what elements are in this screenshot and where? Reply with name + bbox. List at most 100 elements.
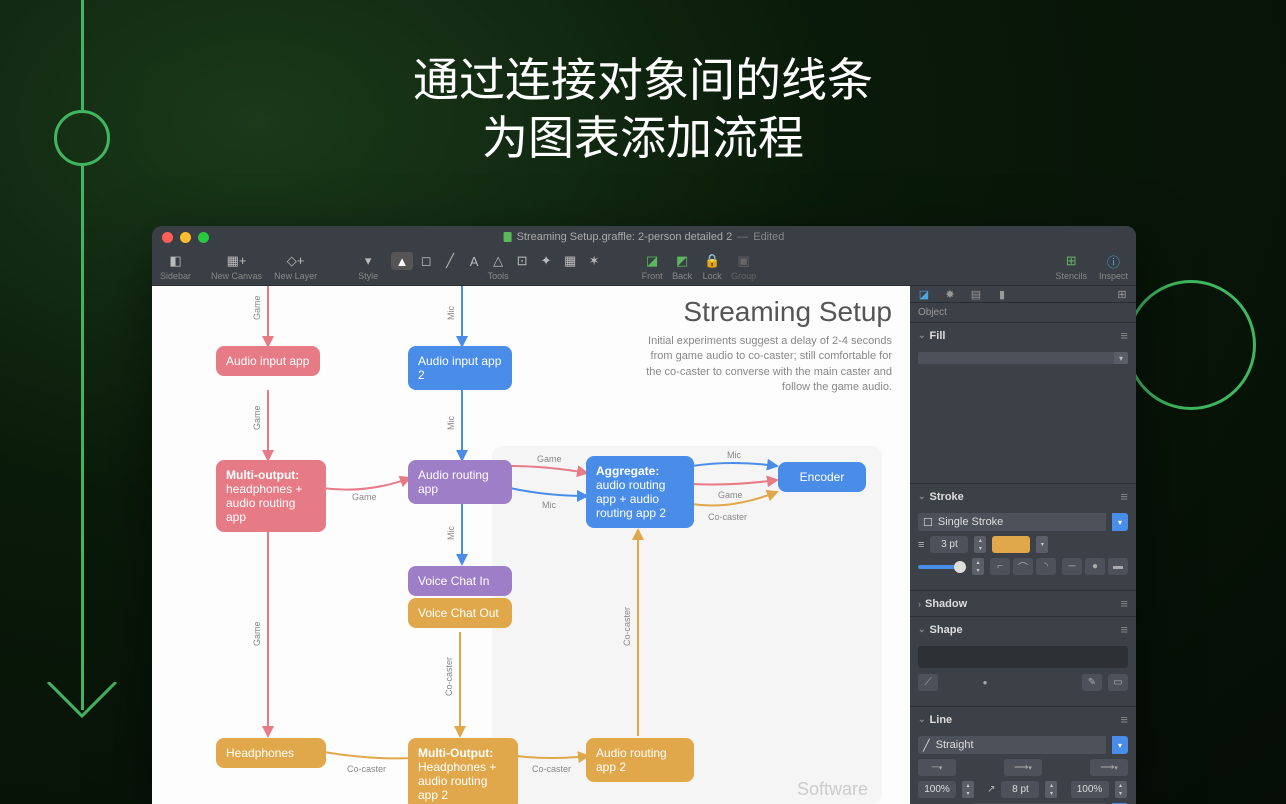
- cap-butt-button[interactable]: ─: [1062, 558, 1082, 575]
- window-edited: Edited: [753, 231, 784, 243]
- stroke-header[interactable]: ⌄Stroke≡: [910, 484, 1136, 509]
- svg-text:Mic: Mic: [446, 416, 456, 430]
- stepper[interactable]: ▴▾: [1115, 781, 1127, 798]
- hero-title: 通过连接对象间的线条 为图表添加流程: [0, 52, 1286, 167]
- stepper[interactable]: ▴▾: [972, 558, 984, 575]
- cap-square-button[interactable]: ▬: [1108, 558, 1128, 575]
- decoration-arrow: [43, 680, 121, 722]
- shadow-header[interactable]: ›Shadow≡: [910, 591, 1136, 616]
- style-button[interactable]: ▾ Style: [357, 252, 379, 281]
- shape-edit-button[interactable]: ✎: [1082, 674, 1102, 691]
- document-icon: [504, 232, 512, 242]
- shape-picker[interactable]: [918, 646, 1128, 668]
- end-scale-input[interactable]: 100%: [1071, 781, 1109, 798]
- new-layer-button[interactable]: ◇+ New Layer: [274, 252, 317, 281]
- svg-text:Game: Game: [252, 295, 262, 320]
- stamp-tool[interactable]: ✶: [583, 252, 605, 270]
- crop-tool[interactable]: ⊡: [511, 252, 533, 270]
- fill-picker[interactable]: ▾: [918, 352, 1128, 364]
- stroke-slider[interactable]: [918, 565, 966, 569]
- mid-scale-input[interactable]: 8 pt: [1001, 781, 1039, 798]
- front-button[interactable]: ◪ Front: [641, 252, 663, 281]
- fill-header[interactable]: ⌄Fill≡: [910, 323, 1136, 348]
- shape-header[interactable]: ⌄Shape≡: [910, 617, 1136, 642]
- inspector-tab-canvas[interactable]: ▤: [968, 286, 984, 302]
- mid-arrow-select[interactable]: ⟶▾: [1004, 759, 1042, 776]
- corner-bevel-button[interactable]: ◝: [1036, 558, 1056, 575]
- lock-button[interactable]: 🔒 Lock: [701, 252, 723, 281]
- menu-icon[interactable]: ≡: [1120, 489, 1128, 504]
- inspector-tab-properties[interactable]: ✸: [942, 286, 958, 302]
- menu-icon[interactable]: ≡: [1120, 328, 1128, 343]
- node-audio-input-2[interactable]: Audio input app 2: [408, 346, 512, 390]
- node-audio-routing-2[interactable]: Audio routing app 2: [586, 738, 694, 782]
- hero-title-line1: 通过连接对象间的线条: [0, 52, 1286, 110]
- point-tool[interactable]: ✦: [535, 252, 557, 270]
- stroke-type-select[interactable]: ☐Single Stroke: [918, 513, 1106, 531]
- sidebar-button[interactable]: ◧ Sidebar: [160, 252, 191, 281]
- shape-curve-button[interactable]: ⟋: [918, 674, 938, 691]
- toolbar: ◧ Sidebar ▦+ New Canvas ◇+ New Layer ▾ S…: [152, 248, 1136, 286]
- stroke-width-input[interactable]: 3 pt: [930, 536, 968, 553]
- svg-text:Game: Game: [352, 492, 377, 502]
- grid-tool[interactable]: ▦: [559, 252, 581, 270]
- inspect-button[interactable]: ⓘ Inspect: [1099, 252, 1128, 281]
- svg-text:Mic: Mic: [446, 526, 456, 540]
- window-title-text: Streaming Setup.graffle: 2-person detail…: [517, 231, 733, 243]
- chevron-down-icon[interactable]: ▾: [1112, 736, 1128, 754]
- stepper[interactable]: ▴▾: [1045, 781, 1057, 798]
- corner-square-button[interactable]: ⌐: [990, 558, 1010, 575]
- start-scale-input[interactable]: 100%: [918, 781, 956, 798]
- node-audio-routing[interactable]: Audio routing app: [408, 460, 512, 504]
- pen-tool[interactable]: △: [487, 252, 509, 270]
- titlebar: Streaming Setup.graffle: 2-person detail…: [152, 226, 1136, 248]
- node-encoder[interactable]: Encoder: [778, 462, 866, 492]
- group-button[interactable]: ▣ Group: [731, 252, 756, 281]
- inspector-header: Object: [910, 303, 1136, 322]
- inspector-panel: ◪ ✸ ▤ ▮ ⊞ Object ⌄Fill≡ ▾ ⌄Stroke≡ ☐Sing…: [910, 286, 1136, 804]
- text-tool[interactable]: A: [463, 252, 485, 270]
- node-multi-output-1[interactable]: Multi-output: headphones + audio routing…: [216, 460, 326, 532]
- corner-round-button[interactable]: ⌒: [1013, 558, 1033, 575]
- node-voice-chat-in[interactable]: Voice Chat In: [408, 566, 512, 596]
- inspector-tab-object[interactable]: ◪: [916, 286, 932, 302]
- cap-round-button[interactable]: ●: [1085, 558, 1105, 575]
- inspector-tab-grid[interactable]: ⊞: [1114, 286, 1130, 302]
- new-canvas-button[interactable]: ▦+ New Canvas: [211, 252, 262, 281]
- inspector-tab-document[interactable]: ▮: [994, 286, 1010, 302]
- node-aggregate[interactable]: Aggregate: audio routing app + audio rou…: [586, 456, 694, 528]
- shadow-section: ›Shadow≡: [910, 590, 1136, 616]
- canvas-title: Streaming Setup: [683, 296, 892, 328]
- node-multi-output-2[interactable]: Multi-Output: Headphones + audio routing…: [408, 738, 518, 804]
- zoom-icon[interactable]: [198, 232, 209, 243]
- minimize-icon[interactable]: [180, 232, 191, 243]
- canvas[interactable]: Software Streaming Setup Initial experim…: [152, 286, 910, 804]
- shape-tool[interactable]: ◻: [415, 252, 437, 270]
- line-tool[interactable]: ╱: [439, 252, 461, 270]
- chevron-down-icon[interactable]: ▾: [1112, 513, 1128, 531]
- start-arrow-select[interactable]: ─▾: [918, 759, 956, 776]
- node-headphones[interactable]: Headphones: [216, 738, 326, 768]
- back-button[interactable]: ◩ Back: [671, 252, 693, 281]
- selection-tool[interactable]: ▲: [391, 252, 413, 270]
- svg-text:Game: Game: [252, 405, 262, 430]
- shape-edit2-button[interactable]: ▭: [1108, 674, 1128, 691]
- stepper[interactable]: ▴▾: [962, 781, 974, 798]
- menu-icon[interactable]: ≡: [1120, 622, 1128, 637]
- stepper[interactable]: ▴▾: [974, 536, 986, 553]
- close-icon[interactable]: [162, 232, 173, 243]
- menu-icon[interactable]: ≡: [1120, 596, 1128, 611]
- work-area: Software Streaming Setup Initial experim…: [152, 286, 1136, 804]
- stroke-color[interactable]: [992, 536, 1030, 553]
- menu-icon[interactable]: ≡: [1120, 712, 1128, 727]
- node-audio-input-1[interactable]: Audio input app: [216, 346, 320, 376]
- stencils-button[interactable]: ⊞ Stencils: [1055, 252, 1087, 281]
- color-menu[interactable]: ▾: [1036, 536, 1048, 553]
- node-voice-chat-out[interactable]: Voice Chat Out: [408, 598, 512, 628]
- traffic-lights: [162, 232, 209, 243]
- end-arrow-select[interactable]: ⟶▾: [1090, 759, 1128, 776]
- line-header[interactable]: ⌄Line≡: [910, 707, 1136, 732]
- decoration-circle: [1126, 280, 1256, 410]
- line-section: ⌄Line≡ ╱Straight▾ ─▾ ⟶▾ ⟶▾ 100%▴▾ ↗ 8: [910, 706, 1136, 804]
- line-type-select[interactable]: ╱Straight: [918, 736, 1106, 754]
